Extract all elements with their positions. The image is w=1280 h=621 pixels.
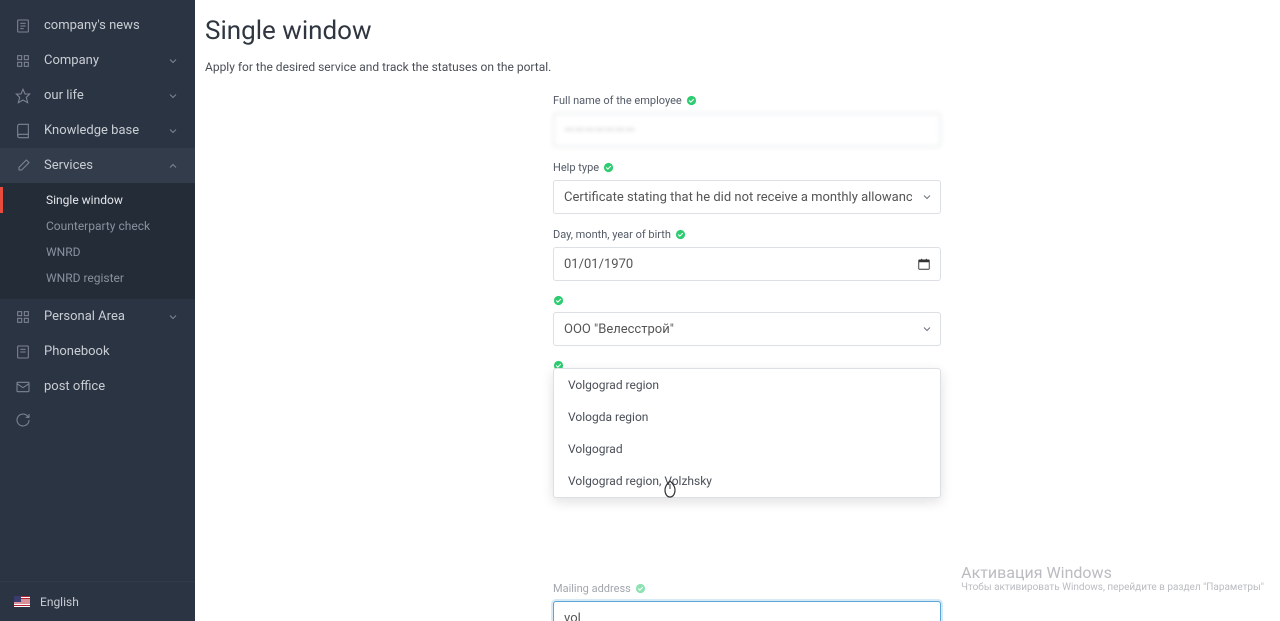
chevron-down-icon — [167, 125, 181, 137]
sidebar-item-label: post office — [44, 379, 181, 394]
sidebar-subitem-wnrd-register[interactable]: WNRD register — [0, 265, 195, 291]
sidebar-item-label: Company — [44, 53, 167, 68]
sidebar-item-our-life[interactable]: our life — [0, 78, 195, 113]
sidebar-subitem-wnrd[interactable]: WNRD — [0, 239, 195, 265]
doc-icon — [14, 17, 32, 35]
dob-label: Day, month, year of birth — [553, 228, 671, 241]
grid-icon — [14, 52, 32, 70]
doc-icon — [14, 343, 32, 361]
sidebar-subitem-single-window[interactable]: Single window — [0, 187, 195, 213]
chevron-down-icon — [167, 311, 181, 323]
help-type-label: Help type — [553, 161, 599, 174]
autocomplete-dropdown[interactable]: Volgograd regionVologda regionVolgogradV… — [553, 368, 941, 498]
sidebar-item-label: Knowledge base — [44, 123, 167, 138]
page-title: Single window — [205, 16, 1256, 46]
sidebar-subitem-counterparty-check[interactable]: Counterparty check — [0, 213, 195, 239]
page-subtitle: Apply for the desired service and track … — [205, 60, 1256, 74]
book-icon — [14, 122, 32, 140]
sidebar-item-label: Phonebook — [44, 344, 181, 359]
mailing-label: Mailing address — [553, 582, 631, 595]
main-content: Single window Apply for the desired serv… — [195, 0, 1280, 621]
sidebar-item-label: Services — [44, 158, 167, 173]
calendar-icon[interactable] — [917, 257, 931, 271]
employee-input[interactable] — [553, 113, 941, 147]
check-icon — [553, 295, 564, 306]
sidebar-item-services[interactable]: Services — [0, 148, 195, 183]
grid-icon — [14, 308, 32, 326]
sidebar: company's news Company our life Knowledg… — [0, 0, 195, 621]
sidebar-subitem-label: WNRD — [46, 245, 80, 259]
chevron-up-icon — [167, 160, 181, 172]
flag-us-icon — [14, 596, 30, 607]
check-icon — [675, 229, 686, 240]
language-switcher[interactable]: English — [0, 581, 195, 621]
star-icon — [14, 87, 32, 105]
autocomplete-option[interactable]: Volgograd — [554, 433, 940, 465]
sidebar-item-company-news[interactable]: company's news — [0, 8, 195, 43]
autocomplete-option[interactable]: Volgograd region, Volzhsky — [554, 465, 940, 497]
sidebar-submenu-services: Single window Counterparty check WNRD WN… — [0, 183, 195, 299]
sidebar-subitem-label: WNRD register — [46, 271, 124, 285]
dob-input[interactable] — [553, 247, 941, 281]
refresh-icon[interactable] — [14, 411, 32, 429]
chevron-down-icon — [921, 323, 933, 335]
chevron-down-icon — [921, 191, 933, 203]
sidebar-item-knowledge-base[interactable]: Knowledge base — [0, 113, 195, 148]
check-icon — [635, 583, 646, 594]
sidebar-subitem-label: Single window — [46, 193, 123, 207]
sidebar-subitem-label: Counterparty check — [46, 219, 150, 233]
check-icon — [686, 95, 697, 106]
sidebar-item-company[interactable]: Company — [0, 43, 195, 78]
autocomplete-option[interactable]: Volgograd region — [554, 369, 940, 401]
employee-label: Full name of the employee — [553, 94, 682, 107]
sidebar-item-label: Personal Area — [44, 309, 167, 324]
check-icon — [603, 162, 614, 173]
chevron-down-icon — [167, 55, 181, 67]
language-label: English — [40, 595, 79, 609]
chevron-down-icon — [167, 90, 181, 102]
sidebar-item-phonebook[interactable]: Phonebook — [0, 334, 195, 369]
sidebar-item-personal-area[interactable]: Personal Area — [0, 299, 195, 334]
sidebar-item-post-office[interactable]: post office — [0, 369, 195, 404]
form: Full name of the employee Help type — [553, 94, 941, 621]
sidebar-item-label: our life — [44, 88, 167, 103]
organization-select[interactable] — [553, 312, 941, 346]
autocomplete-option[interactable]: Vologda region — [554, 401, 940, 433]
mailing-address-input[interactable] — [553, 601, 941, 621]
edit-icon — [14, 157, 32, 175]
mail-icon — [14, 378, 32, 396]
sidebar-item-label: company's news — [44, 18, 181, 33]
help-type-select[interactable] — [553, 180, 941, 214]
